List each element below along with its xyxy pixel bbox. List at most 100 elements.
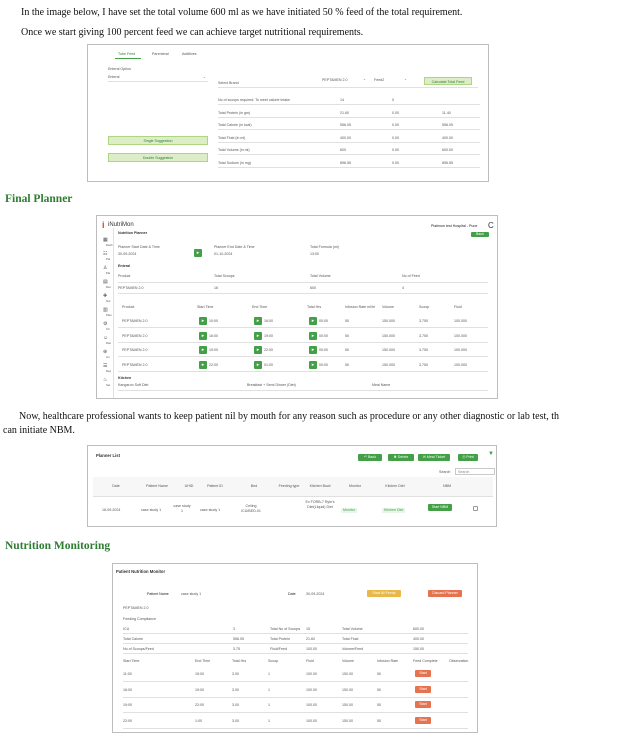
calculate-feed-button[interactable]: Calculate Total Feed (424, 77, 472, 85)
filter-icon[interactable]: ▼ (488, 451, 494, 456)
table-cell: 1:00 (195, 718, 202, 723)
sidebar-icon[interactable]: ✚ (103, 294, 107, 299)
sidebar-icon[interactable]: ▦ (103, 238, 108, 243)
time-picker-icon[interactable]: ▸ (254, 317, 262, 325)
row-divider (218, 129, 480, 130)
column-header: Feeding type (278, 484, 300, 488)
sidebar-item-label[interactable]: Rec (106, 285, 111, 290)
tab-tube-feed[interactable]: Tube Feed (118, 52, 135, 57)
table-cell[interactable]: 16:00 (264, 319, 273, 324)
table-cell[interactable]: 10:00 (209, 319, 218, 324)
start-feed-button[interactable]: Start (415, 670, 431, 677)
chevron-down-icon[interactable]: ⌄ (404, 77, 407, 82)
time-picker-icon[interactable]: ▸ (254, 346, 262, 354)
kitchen-diet-link[interactable]: Kitchen Diet (382, 508, 406, 513)
single-suggestion-button[interactable]: Single Suggestion (108, 136, 208, 145)
sidebar-item-label[interactable]: Nur (106, 299, 111, 304)
planner-field-value[interactable]: 01-10-2024 (214, 252, 232, 257)
table-cell[interactable]: 16:00 (209, 334, 218, 339)
table-cell: 100.00 (306, 687, 317, 692)
collapse-icon[interactable]: C (488, 221, 494, 230)
calendar-icon[interactable]: ▸ (194, 249, 202, 257)
sidebar-icon[interactable]: ⚙ (103, 322, 107, 327)
sidebar-icon[interactable]: ▤ (103, 280, 108, 285)
row-divider (218, 141, 480, 142)
back-button[interactable]: ↶ Back (358, 454, 382, 461)
summary-row-label: Total Sodium (in mg) (218, 160, 251, 165)
time-picker-icon[interactable]: ▸ (199, 360, 207, 369)
sidebar-item-label[interactable]: Diet (106, 341, 111, 346)
table-cell[interactable]: 22:00 (264, 348, 273, 353)
time-picker-icon[interactable]: ▸ (309, 331, 317, 340)
sidebar-icon[interactable]: ▥ (103, 308, 108, 313)
start-all-feeds-button[interactable]: Start All Feeds (367, 590, 401, 597)
start-feed-button[interactable]: Start (415, 685, 431, 693)
time-picker-icon[interactable]: ▸ (254, 360, 262, 369)
row-divider (123, 681, 468, 682)
table-cell: PEPTAMEN 2.0 (122, 348, 148, 352)
brand-select[interactable]: PEPTAMEN 2.0 (322, 78, 348, 83)
table-cell: 50 (345, 362, 349, 367)
back-button[interactable]: Back (471, 232, 489, 237)
time-picker-icon[interactable]: ▸ (309, 360, 317, 369)
table-cell[interactable]: 00:00 (319, 348, 328, 353)
monitor-link[interactable]: Monitor (341, 508, 357, 513)
tab-parenteral[interactable]: Parenteral (152, 52, 169, 57)
sidebar-item-label[interactable]: Ch (106, 327, 110, 332)
table-cell[interactable]: 01:00 (264, 363, 273, 368)
sidebar-item-label[interactable]: Plan (106, 313, 112, 318)
summary-value: 0.00 (392, 160, 399, 165)
tube-feed-screenshot: Tube Feed Parenteral Additives Enteral O… (87, 44, 489, 182)
planner-field-value[interactable]: 30-09-2024 (118, 252, 136, 257)
sidebar-item-label[interactable]: Dash (106, 243, 113, 248)
table-cell: 19:00 (123, 703, 132, 707)
table-cell[interactable]: 00:00 (319, 319, 328, 324)
time-picker-icon[interactable]: ▸ (254, 331, 262, 340)
sidebar-item-label[interactable]: Rep (106, 369, 111, 374)
product-cell: PEPTAMEN 2.0 (118, 286, 144, 290)
sidebar-icon[interactable]: ♨ (103, 378, 107, 383)
table-cell[interactable]: 19:00 (264, 334, 273, 339)
sidebar-icon[interactable]: ⊕ (103, 350, 107, 355)
table-cell[interactable]: 19:00 (209, 348, 218, 353)
chevron-down-icon[interactable]: ⌄ (203, 75, 206, 80)
delete-button[interactable]: ✖ Delete (388, 454, 414, 461)
time-picker-icon[interactable]: ▸ (309, 346, 317, 354)
enteral-option-value[interactable]: Enteral (108, 75, 119, 80)
row-checkbox[interactable] (473, 506, 478, 511)
table-cell[interactable]: 22:00 (209, 363, 218, 368)
final-planner-heading: Final Planner (5, 193, 73, 205)
chevron-down-icon[interactable]: ⌄ (363, 77, 366, 82)
sidebar-icon[interactable]: ☺ (103, 336, 108, 341)
time-picker-icon[interactable]: ▸ (199, 317, 207, 325)
sidebar-item-label[interactable]: Pat (106, 257, 110, 262)
start-feed-button[interactable]: Start (415, 716, 431, 724)
active-tab-underline (115, 58, 141, 59)
sidebar-icon[interactable]: ♙ (103, 266, 107, 271)
time-picker-icon[interactable]: ▸ (199, 331, 207, 340)
double-suggestion-button[interactable]: Double Suggestion (108, 153, 208, 162)
time-picker-icon[interactable]: ▸ (309, 317, 317, 325)
row-divider (118, 370, 488, 371)
discard-planner-button[interactable]: Discard Planner (428, 590, 462, 597)
sidebar-icon[interactable]: ☰ (103, 364, 107, 369)
sidebar-icon[interactable]: ☷ (103, 252, 107, 257)
planner-list-title: Planner List (96, 453, 120, 458)
sidebar-item-label[interactable]: Pla (106, 271, 110, 276)
start-nbm-button[interactable]: Start NBM (428, 504, 452, 511)
stat-label: Total Fluid (342, 637, 359, 641)
tab-additives[interactable]: Additives (182, 52, 197, 57)
feed-select[interactable]: Feed2 (374, 78, 384, 83)
start-feed-button[interactable]: Start (415, 701, 431, 708)
sidebar-item-label[interactable]: Inv (106, 355, 110, 360)
search-input[interactable]: Search (455, 468, 495, 475)
planner-field-value[interactable]: 13:00 (310, 252, 319, 257)
planner-field-label: Planner Start Date & Time (118, 245, 160, 249)
column-header: Scoop (268, 659, 279, 663)
sidebar-item-label[interactable]: Set (106, 383, 110, 388)
table-cell[interactable]: 00:00 (319, 334, 328, 339)
print-button[interactable]: ⎙ Print (458, 454, 478, 461)
meal-ticket-button[interactable]: ✉ Meal Ticket (418, 454, 450, 461)
table-cell[interactable]: 00:00 (319, 363, 328, 368)
time-picker-icon[interactable]: ▸ (199, 346, 207, 354)
